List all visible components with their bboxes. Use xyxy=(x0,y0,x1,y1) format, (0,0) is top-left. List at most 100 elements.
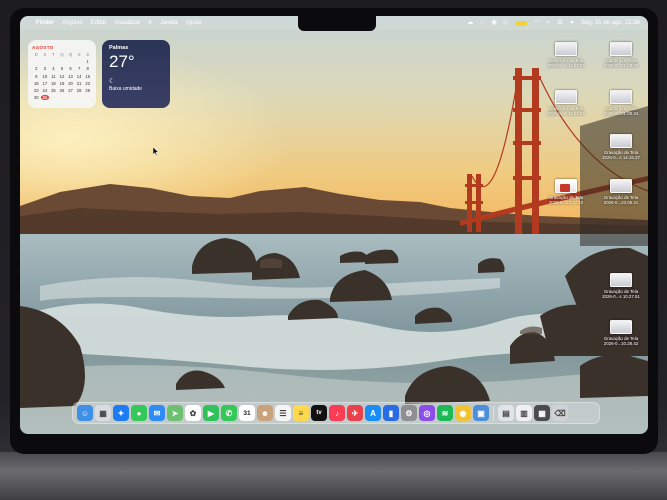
file-name-line2: 2026-0...s 14.01.16 xyxy=(547,111,585,117)
dock-messages-icon[interactable]: ● xyxy=(131,405,147,421)
calendar-day: 22 xyxy=(85,80,91,86)
dock-photos-icon[interactable]: ✿ xyxy=(185,405,201,421)
dock-separator xyxy=(493,405,494,421)
desktop-file[interactable]: Gravação de Tela 2026-0...s 14.01.16 xyxy=(541,90,591,117)
calendar-day: 2 xyxy=(35,66,38,72)
file-thumbnail-icon xyxy=(610,90,632,104)
dock-system-settings-icon[interactable]: ⚙ xyxy=(401,405,417,421)
calendar-day: 10 xyxy=(42,73,48,79)
siri-icon[interactable]: ● xyxy=(570,19,574,27)
calendar-day-today: 31 xyxy=(40,95,50,101)
calendar-day: 13 xyxy=(68,73,73,79)
dock-launchpad-icon[interactable]: ▦ xyxy=(95,405,111,421)
dock: ☺ ▦ ✦ ● ✉ ➤ ✿ ▶ ✆ 31 ☻ ☰ ≡ tv ♪ ✈ A ▮ ⚙ ◎ ≋ ◉ ▣ ▤ ▥ ▦ ⌫ xyxy=(72,402,600,424)
menu-arquivo[interactable]: Arquivo xyxy=(62,20,82,26)
calendar-day: 6 xyxy=(69,66,72,72)
wifi-icon[interactable]: ◠ xyxy=(534,19,540,27)
calendar-day xyxy=(66,95,75,100)
dock-tv-icon[interactable]: tv xyxy=(311,405,327,421)
dock-documents-stack-icon[interactable]: ▥ xyxy=(516,405,532,421)
desktop-file[interactable]: Gravação de Tela 2026-0...10.28.42 xyxy=(596,320,646,347)
calendar-day xyxy=(75,59,84,64)
calendar-day: 30 xyxy=(33,95,39,101)
hotspot-icon[interactable]: ◌ xyxy=(480,19,484,27)
file-name-line2: 2026-0...01.09.00 xyxy=(603,63,639,69)
desktop-file[interactable]: Gravação de Tela 2026-0...22.37.10 xyxy=(541,179,591,206)
calendar-day: 3 xyxy=(43,66,47,72)
calendar-day xyxy=(83,95,92,100)
dock-spotify-icon[interactable]: ≋ xyxy=(437,405,453,421)
dock-recent-stack-icon[interactable]: ▦ xyxy=(534,405,550,421)
dock-facetime-icon[interactable]: ▶ xyxy=(203,405,219,421)
cloud-moon-icon: ☾ xyxy=(109,78,116,85)
dock-contacts-icon[interactable]: ☻ xyxy=(257,405,273,421)
file-thumbnail-icon xyxy=(555,90,577,104)
desktop-file[interactable]: Captura de Tela 2026-0...01.09.34 xyxy=(596,90,646,117)
dock-trash-icon[interactable]: ⌫ xyxy=(552,405,568,421)
dock-podcasts-icon[interactable]: ◎ xyxy=(419,405,435,421)
calendar-weekday: S xyxy=(43,52,47,57)
dock-app-store-icon[interactable]: A xyxy=(365,405,381,421)
camera-notch xyxy=(298,16,376,31)
desktop-file[interactable]: Captura de Tela 2026-0...01.09.00 xyxy=(596,42,646,69)
calendar-day: 5 xyxy=(60,66,64,72)
calendar-day xyxy=(41,59,50,64)
calendar-weekday: S xyxy=(86,52,90,57)
calendar-weekday: S xyxy=(77,52,81,57)
dock-downloads-stack-icon[interactable]: ▤ xyxy=(498,405,514,421)
menu-ajuda[interactable]: Ajuda xyxy=(186,20,201,26)
calendar-day: 14 xyxy=(76,73,82,79)
calendar-day xyxy=(32,59,41,64)
calendar-weekday: Q xyxy=(60,52,64,57)
record-icon[interactable]: ◉ xyxy=(491,19,497,27)
dock-calendar-icon[interactable]: 31 xyxy=(239,405,255,421)
dock-notes-icon[interactable]: ≡ xyxy=(293,405,309,421)
calendar-day: 27 xyxy=(68,87,73,93)
menu-ir[interactable]: Ir xyxy=(148,20,152,26)
menubar-clock[interactable]: Seg. 31 de ago. 22:36 xyxy=(581,20,640,26)
desktop-file[interactable]: Gravação de Tela 2026-0...23.05.21 xyxy=(596,179,646,206)
calendar-day: 16 xyxy=(33,80,39,86)
calendar-day: 18 xyxy=(51,80,56,86)
desktop-file[interactable]: Gravação de Tela 2026-0...s 14.07.02 xyxy=(541,42,591,69)
calendar-day xyxy=(75,95,84,100)
calendar-day: 7 xyxy=(77,66,81,72)
file-thumbnail-icon xyxy=(610,42,632,56)
menu-finder[interactable]: Finder xyxy=(36,20,54,26)
menu-janela[interactable]: Janela xyxy=(160,20,178,26)
dock-preview-icon[interactable]: ▣ xyxy=(473,405,489,421)
file-name-line2: 2026-0...s 14.16.37 xyxy=(602,155,640,161)
menu-editar[interactable]: Editar xyxy=(91,20,107,26)
desktop-file[interactable]: Gravação de Tela 2026-0...s 14.16.37 xyxy=(596,134,646,161)
file-thumbnail-icon xyxy=(610,179,632,193)
cloud-icon[interactable]: ☁ xyxy=(467,19,474,27)
dock-maps-icon[interactable]: ➤ xyxy=(167,405,183,421)
file-name-line2: 2026-0...01.09.34 xyxy=(603,111,639,117)
calendar-day xyxy=(49,95,58,100)
weather-temperature: 27° xyxy=(109,52,135,71)
play-icon[interactable]: ▷ xyxy=(504,19,509,27)
file-name-line2: 2026-0...22.37.10 xyxy=(548,200,584,206)
dock-chrome-icon[interactable]: ◉ xyxy=(455,405,471,421)
file-thumbnail-icon xyxy=(555,179,577,193)
calendar-day xyxy=(49,59,58,64)
search-icon[interactable]: ⌕ xyxy=(547,19,551,27)
weather-city: Palmas xyxy=(109,45,129,51)
dock-keynote-icon[interactable]: ▮ xyxy=(383,405,399,421)
weather-widget[interactable]: Palmas 27° ☾ Baixa umidade xyxy=(102,40,170,108)
dock-testflight-icon[interactable]: ✈ xyxy=(347,405,363,421)
calendar-day: 4 xyxy=(52,66,55,72)
calendar-day: 21 xyxy=(76,80,82,86)
dock-reminders-icon[interactable]: ☰ xyxy=(275,405,291,421)
dock-safari-icon[interactable]: ✦ xyxy=(113,405,129,421)
menu-visualizar[interactable]: Visualizar xyxy=(114,20,140,26)
dock-finder-icon[interactable]: ☺ xyxy=(77,405,93,421)
calendar-widget[interactable]: AGOSTO D S T Q Q S S 1 2 3 4 5 6 7 8 9 10 11 12 13 14 15 16 17 1… xyxy=(28,40,96,108)
battery-icon[interactable] xyxy=(515,20,527,26)
dock-mail-icon[interactable]: ✉ xyxy=(149,405,165,421)
desktop-file[interactable]: Gravação de Tela 2026-0...s 10.27.51 xyxy=(596,273,646,300)
control-center-icon[interactable]: ☰ xyxy=(557,19,563,27)
calendar-day: 8 xyxy=(86,66,89,72)
dock-phone-icon[interactable]: ✆ xyxy=(221,405,237,421)
dock-music-icon[interactable]: ♪ xyxy=(329,405,345,421)
